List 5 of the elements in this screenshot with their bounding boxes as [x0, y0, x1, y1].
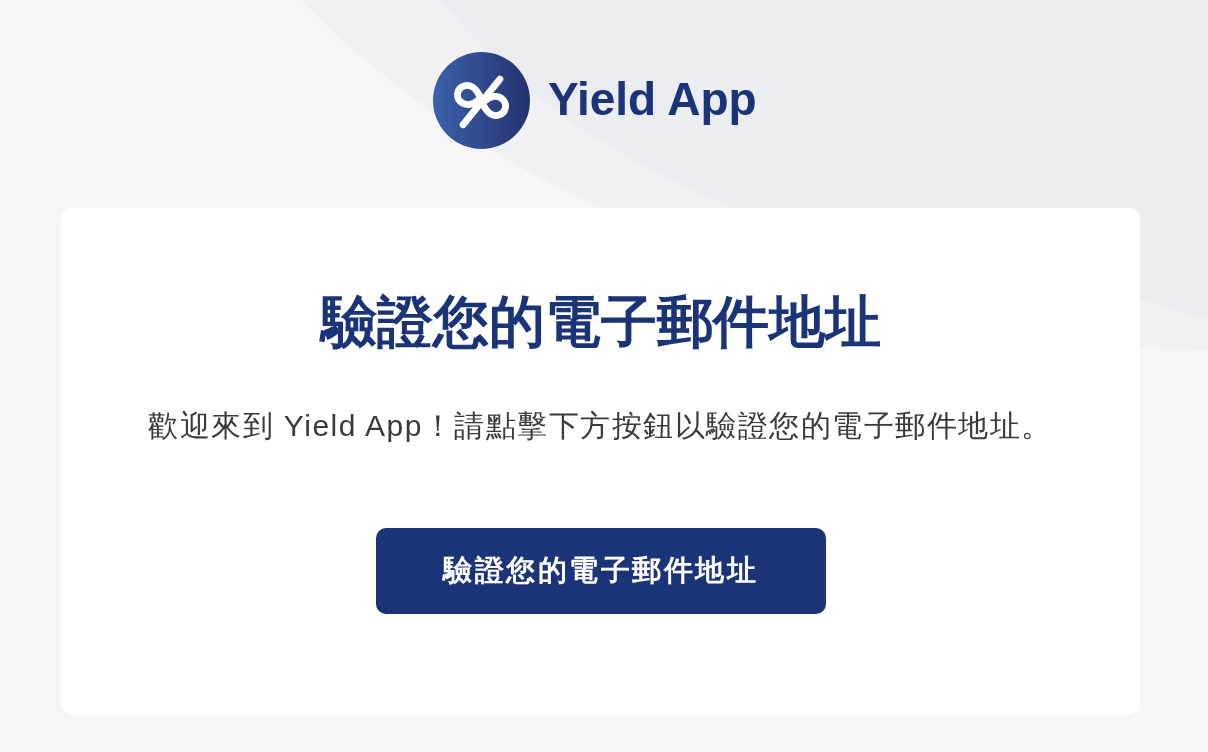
logo-wordmark: Yield App [548, 75, 757, 126]
logo-mark-icon [433, 52, 530, 149]
verify-email-button[interactable]: 驗證您的電子郵件地址 [375, 528, 826, 615]
welcome-message: 歡迎來到 Yield App！請點擊下方按鈕以驗證您的電子郵件地址。 [148, 408, 1053, 445]
card-title: 驗證您的電子郵件地址 [320, 289, 881, 355]
